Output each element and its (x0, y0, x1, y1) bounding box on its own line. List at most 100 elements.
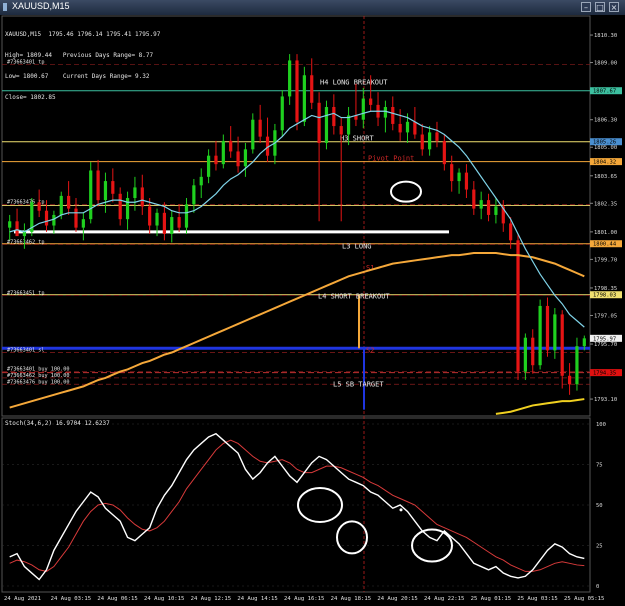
candle-body (575, 346, 579, 385)
time-axis-label: 25 Aug 01:15 (471, 596, 511, 602)
candle-body (206, 155, 211, 177)
orange-vertical-marker (358, 294, 360, 349)
candle-body (118, 193, 122, 220)
candle-body (236, 151, 240, 167)
candle-body (89, 170, 93, 220)
candle-body (280, 96, 284, 131)
candle-body (361, 98, 365, 120)
candle-body (582, 338, 586, 347)
candle-body (288, 60, 292, 97)
candle-body (450, 164, 454, 182)
candle-body (214, 155, 218, 165)
candle-body (413, 121, 417, 135)
candle-body (317, 102, 321, 143)
time-axis-label: 24 Aug 20:15 (377, 596, 417, 602)
candle-body (369, 98, 373, 105)
stoch-signal-line (9, 439, 585, 572)
candle-body (457, 172, 461, 182)
circle-near-ma-cross (390, 180, 422, 203)
level-label: L3 LONG (342, 243, 372, 251)
level-label: L5 SB TARGET (333, 380, 384, 388)
order-tag: #73663462 tp (7, 240, 44, 246)
time-axis-label: 25 Aug 05:15 (564, 596, 604, 602)
candle-body (192, 185, 196, 205)
candle-body (162, 212, 166, 234)
candle-body (472, 189, 476, 209)
stoch-axis-label: 75 (596, 463, 603, 469)
order-tag: #73663451 tp (7, 290, 44, 296)
time-axis-label: 24 Aug 14:15 (237, 596, 277, 602)
level-price-tag-text: 1794.35 (593, 371, 616, 377)
candle-body (140, 187, 144, 207)
level-label: S2 (366, 347, 374, 355)
level-label: Pivot Point (368, 155, 414, 163)
price-axis-label: 1797.05 (594, 313, 617, 319)
candle-body (52, 214, 56, 226)
candle-body (251, 119, 255, 150)
candle-body (229, 140, 233, 152)
price-axis-label: 1801.00 (594, 230, 617, 236)
candle-body (22, 231, 27, 237)
price-axis-label: 1802.35 (594, 201, 617, 207)
price-axis-label: 1799.70 (594, 257, 617, 263)
price-axis-label: 1793.10 (594, 397, 617, 403)
candle-body (37, 202, 41, 211)
level-price-tag-text: 1804.32 (593, 160, 616, 166)
price-chart[interactable]: 1810.301809.001807.651806.301805.001803.… (0, 0, 625, 606)
stoch-plot-frame (1, 417, 591, 593)
candle-body (243, 149, 248, 167)
stoch-circle-2 (336, 520, 368, 555)
candle-body (125, 198, 130, 220)
candle-body (383, 107, 388, 118)
order-tag: #73663462 buy 100.00 (7, 373, 69, 379)
candle-body (398, 123, 402, 133)
time-axis-label: 24 Aug 2021 (4, 596, 41, 602)
stoch-axis-label: 100 (596, 422, 606, 428)
candle-body (553, 314, 557, 351)
candle-body (133, 187, 137, 199)
price-axis-label: 1806.30 (594, 118, 617, 124)
order-tag: #73663401 sl (7, 348, 44, 354)
candle-body (15, 221, 19, 237)
time-axis-label: 24 Aug 16:15 (284, 596, 324, 602)
order-tag: #73663401 buy 100.00 (7, 367, 69, 373)
candle-body (221, 140, 225, 165)
time-axis-label: 24 Aug 10:15 (144, 596, 184, 602)
level-price-tag-text: 1807.67 (593, 89, 616, 95)
candle-body (310, 75, 314, 103)
candle-body (428, 132, 432, 150)
price-axis-label: 1798.35 (594, 286, 617, 292)
candle-body (486, 200, 491, 215)
candle-body (531, 337, 535, 366)
order-tag: #73663476 buy 100.00 (7, 379, 69, 385)
candle-body (59, 195, 63, 215)
current-price-text: 1795.97 (593, 336, 616, 342)
candle-body (560, 314, 564, 376)
time-axis-label: 24 Aug 06:15 (97, 596, 137, 602)
candle-body (538, 305, 542, 366)
time-axis-label: 25 Aug 03:15 (517, 596, 557, 602)
stoch-circle-1 (297, 487, 343, 523)
level-price-tag-text: 1798.03 (593, 293, 616, 299)
candle-body (111, 181, 115, 194)
candle-body (442, 140, 446, 165)
candle-body (464, 172, 469, 190)
candle-body (74, 208, 78, 228)
candle-body (509, 223, 513, 241)
stoch-label: Stoch(34,6,2) 16.9704 12.6237 (5, 420, 110, 427)
candle-body (184, 204, 189, 228)
level-price-tag-text: 1805.26 (593, 140, 616, 146)
candle-body (545, 305, 550, 351)
price-axis-label: 1795.70 (594, 342, 617, 348)
price-axis-label: 1809.00 (594, 61, 617, 67)
candle-body (96, 170, 100, 201)
time-axis-label: 24 Aug 12:15 (191, 596, 231, 602)
candle-body (199, 176, 203, 186)
time-axis-label: 24 Aug 03:15 (51, 596, 91, 602)
ma-band-line (495, 398, 585, 415)
chart-window: XAUUSD,M15 – □ × XAUUSD,M15 1795.46 1796… (0, 0, 625, 606)
candle-body (302, 75, 306, 122)
stoch-axis-label: 25 (596, 544, 603, 550)
candle-body (155, 212, 159, 226)
candle-body (339, 126, 343, 135)
